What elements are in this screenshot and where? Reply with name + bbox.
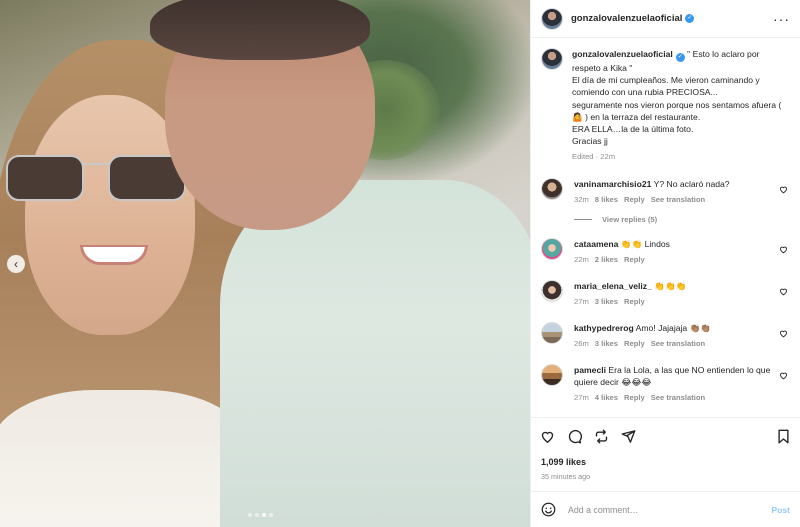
man-hair [150,0,370,60]
comments-scroll[interactable]: gonzalovalenzuelaoficial ✓ " Esto lo acla… [531,38,800,417]
carousel-dots [248,513,273,517]
chevron-left-icon[interactable]: ‹ [7,255,25,273]
view-replies-label: View replies (5) [602,214,658,224]
comment-time: 22m [574,254,589,264]
emoji-icon[interactable] [541,502,556,517]
comment-username[interactable]: maria_elena_veliz_ [574,281,652,291]
heart-icon[interactable] [779,185,788,194]
carousel-dot-active [262,513,266,517]
post-header: gonzalovalenzuelaoficial ✓ ··· [531,0,800,38]
divider [574,218,592,220]
caption-line: Gracias jj [572,136,608,147]
author-avatar[interactable] [541,48,563,70]
see-translation-button[interactable]: See translation [651,392,705,404]
verified-badge-icon: ✓ [685,14,695,23]
heart-icon[interactable] [779,245,788,254]
comment-text: Amo! Jajajaja 👏🏽👏🏽 [635,322,712,333]
sunglasses [6,155,185,201]
comment-username[interactable]: kathypedrerog [574,323,634,333]
heart-icon[interactable] [779,287,788,296]
commenter-avatar[interactable] [541,177,563,200]
post-caption: gonzalovalenzuelaoficial ✓ " Esto lo acla… [541,38,790,164]
see-translation-button[interactable]: See translation [651,338,705,350]
heart-icon[interactable] [779,371,788,380]
post-viewer: ‹ gonzalovalenzuelaoficial ✓ ··· gonzalo… [0,0,800,527]
view-replies-button[interactable]: View replies (5) [574,215,790,224]
likes-count[interactable]: 1,099 likes [531,457,800,467]
comment-username[interactable]: pamecli [574,365,606,375]
carousel-dot [255,513,259,517]
comment-time: 32m [574,194,589,204]
caption-line: El día de mi cumpleaños. Me vieron camin… [572,75,760,98]
like-heart-icon[interactable] [540,429,555,444]
comment-likes[interactable]: 2 likes [595,254,618,266]
post-photo: ‹ [0,0,530,527]
comment-time: 27m [574,392,589,402]
comment-composer: Add a comment… Post [531,491,800,527]
commenter-avatar[interactable] [541,321,563,344]
comment-username[interactable]: cataamena [574,239,618,249]
author-username[interactable]: gonzalovalenzuelaoficial [571,13,682,24]
comment: pamecli Era la Lola, a las que NO entien… [541,363,790,404]
comment-text: Y? No aclaró nada? [653,178,730,189]
caption-line: seguramente nos vieron porque nos sentam… [572,99,782,122]
bookmark-icon[interactable] [776,429,791,444]
comment-text: 👏👏 Lindos [620,238,670,249]
verified-badge-icon: ✓ [675,53,685,62]
heart-icon[interactable] [779,329,788,338]
more-options-icon[interactable]: ··· [773,12,790,26]
caption-meta: Edited · 22m [572,152,616,162]
carousel-dot [269,513,273,517]
commenter-avatar[interactable] [541,279,563,302]
comment: maria_elena_veliz_ 👏👏👏 27m 3 likes Reply [541,279,790,308]
share-icon[interactable] [621,429,636,444]
comment-time: 27m [574,296,589,306]
comment-time: 26m [574,338,589,348]
comment-likes[interactable]: 3 likes [595,296,618,308]
comment-icon[interactable] [567,429,582,444]
comment-likes[interactable]: 3 likes [595,338,618,350]
reply-button[interactable]: Reply [624,338,645,350]
side-panel: gonzalovalenzuelaoficial ✓ ··· gonzalova… [530,0,800,527]
reply-button[interactable]: Reply [624,392,645,404]
comment-likes[interactable]: 8 likes [595,194,618,206]
comment: cataamena 👏👏 Lindos 22m 2 likes Reply [541,237,790,266]
post-time: 35 minutes ago [541,472,591,481]
see-translation-button[interactable]: See translation [651,194,705,206]
comment: vaninamarchisio21 Y? No aclaró nada? 32m… [541,177,790,206]
action-bar [531,417,800,455]
comment-likes[interactable]: 4 likes [595,392,618,404]
commenter-avatar[interactable] [541,237,563,260]
author-avatar[interactable] [541,7,563,30]
caption-line: ERA ELLA…la de la última foto. [572,124,694,135]
comment-input[interactable]: Add a comment… [568,505,771,515]
reply-button[interactable]: Reply [624,296,645,308]
repost-icon[interactable] [594,429,609,444]
commenter-avatar[interactable] [541,363,563,386]
caption-username[interactable]: gonzalovalenzuelaoficial [572,49,673,59]
reply-button[interactable]: Reply [624,194,645,206]
comment: kathypedrerog Amo! Jajajaja 👏🏽👏🏽 26m 3 l… [541,321,790,350]
smile [80,245,148,265]
post-button[interactable]: Post [771,505,790,515]
reply-button[interactable]: Reply [624,254,645,266]
man-shirt [220,180,530,527]
carousel-dot [248,513,252,517]
comment-username[interactable]: vaninamarchisio21 [574,179,651,189]
comment-text: 👏👏👏 [654,280,687,291]
woman-dress [0,390,250,527]
